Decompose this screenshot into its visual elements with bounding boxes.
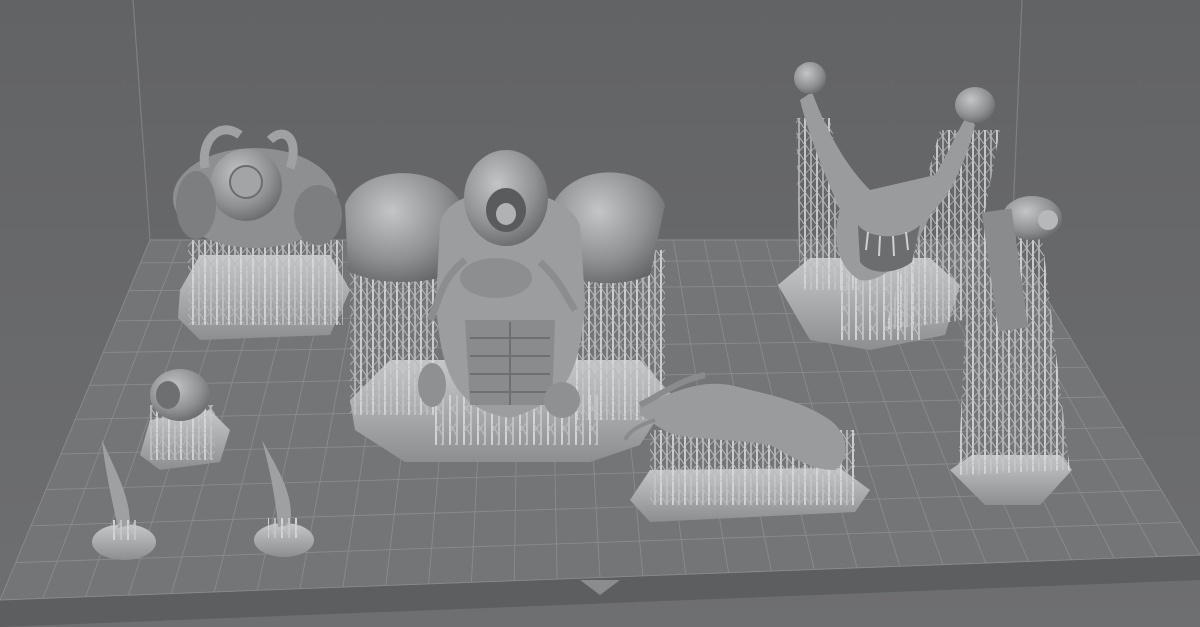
support-lattice [188,240,343,325]
scene-canvas[interactable] [0,0,1200,627]
3d-viewport[interactable] [0,0,1200,627]
armored-torso [345,150,672,462]
